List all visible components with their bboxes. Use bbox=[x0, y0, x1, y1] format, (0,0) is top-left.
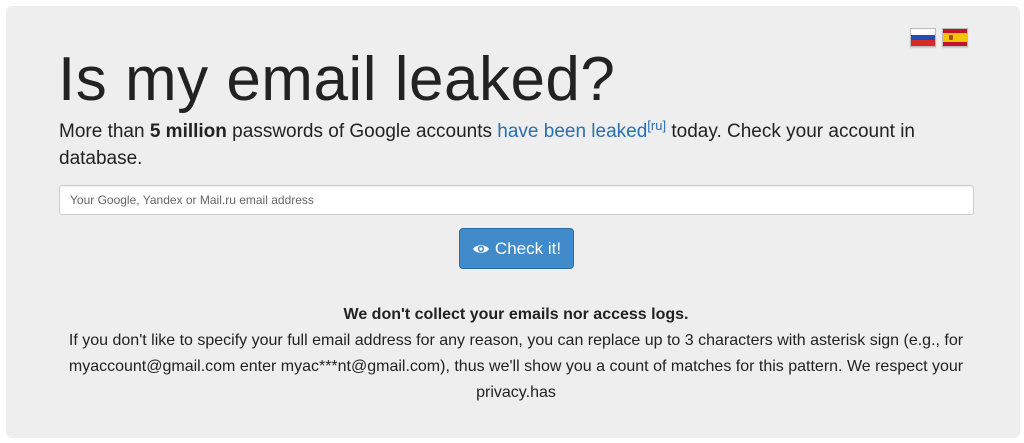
check-button-label: Check it! bbox=[494, 238, 562, 258]
lead-middle: passwords of Google accounts bbox=[226, 121, 498, 142]
eye-icon bbox=[472, 243, 490, 255]
lead-prefix: More than bbox=[59, 121, 150, 142]
spain-flag-icon[interactable] bbox=[942, 28, 968, 47]
lead-paragraph: More than 5 million passwords of Google … bbox=[59, 118, 959, 172]
language-switcher bbox=[910, 28, 968, 47]
main-panel: Is my email leaked? More than 5 million … bbox=[6, 6, 1020, 438]
check-button[interactable]: Check it! bbox=[459, 228, 574, 269]
leaked-count: 5 million bbox=[149, 121, 227, 142]
link-language-sup: [ru] bbox=[647, 118, 667, 133]
privacy-headline: We don't collect your emails nor access … bbox=[343, 306, 689, 323]
privacy-body: If you don't like to specify your full e… bbox=[68, 332, 964, 401]
russia-flag-icon[interactable] bbox=[910, 28, 936, 47]
privacy-notice: We don't collect your emails nor access … bbox=[46, 302, 986, 406]
leaked-news-link[interactable]: have been leaked[ru] bbox=[497, 118, 667, 142]
email-input[interactable] bbox=[59, 185, 974, 215]
page-title: Is my email leaked? bbox=[58, 45, 616, 114]
